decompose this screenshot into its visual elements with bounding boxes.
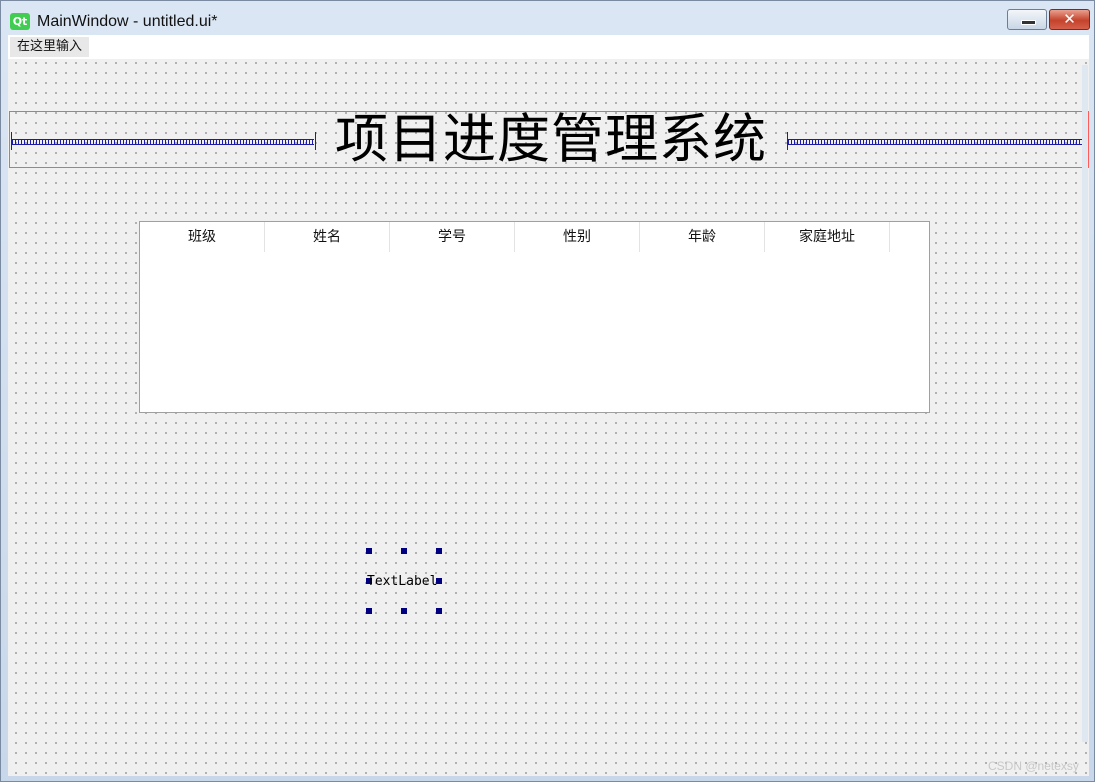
window-right-edge — [1082, 65, 1088, 742]
minimize-button[interactable] — [1007, 9, 1047, 30]
qt-app-icon: Qt — [10, 13, 30, 30]
column-header-address[interactable]: 家庭地址 — [765, 222, 890, 252]
watermark: CSDN @netexsy — [988, 759, 1079, 773]
resize-handle-top[interactable] — [401, 548, 407, 554]
page-title[interactable]: 项目进度管理系统 — [316, 112, 786, 167]
close-button[interactable]: ✕ — [1049, 9, 1090, 30]
designer-form-canvas[interactable]: 在这里输入 项目进度管理系统 班级 姓名 学号 性别 年龄 家庭地址 TextL… — [8, 35, 1089, 776]
column-header-name[interactable]: 姓名 — [265, 222, 390, 252]
column-header-class[interactable]: 班级 — [140, 222, 265, 252]
resize-handle-top-left[interactable] — [366, 548, 372, 554]
close-icon: ✕ — [1063, 10, 1076, 28]
resize-handle-bottom-left[interactable] — [366, 608, 372, 614]
menu-type-here-item[interactable]: 在这里输入 — [10, 37, 90, 57]
left-horizontal-spacer[interactable] — [12, 139, 314, 145]
resize-handle-bottom-right[interactable] — [436, 608, 442, 614]
column-header-gender[interactable]: 性别 — [515, 222, 640, 252]
resize-handle-bottom[interactable] — [401, 608, 407, 614]
window-title: MainWindow - untitled.ui* — [37, 13, 218, 30]
title-bar[interactable]: Qt MainWindow - untitled.ui* ✕ — [1, 1, 1094, 35]
right-horizontal-spacer[interactable] — [788, 139, 1086, 145]
minimize-icon — [1021, 20, 1036, 25]
resize-handle-top-right[interactable] — [436, 548, 442, 554]
main-window: Qt MainWindow - untitled.ui* ✕ 在这里输入 项目进… — [0, 0, 1095, 782]
menu-bar: 在这里输入 — [8, 35, 1089, 59]
student-table[interactable]: 班级 姓名 学号 性别 年龄 家庭地址 — [139, 221, 930, 413]
horizontal-layout[interactable]: 项目进度管理系统 — [9, 111, 1089, 168]
column-header-student-id[interactable]: 学号 — [390, 222, 515, 252]
table-header: 班级 姓名 学号 性别 年龄 家庭地址 — [140, 222, 890, 252]
selected-text-label[interactable]: TextLabel — [366, 548, 444, 614]
column-header-age[interactable]: 年龄 — [640, 222, 765, 252]
text-label[interactable]: TextLabel — [367, 574, 437, 589]
